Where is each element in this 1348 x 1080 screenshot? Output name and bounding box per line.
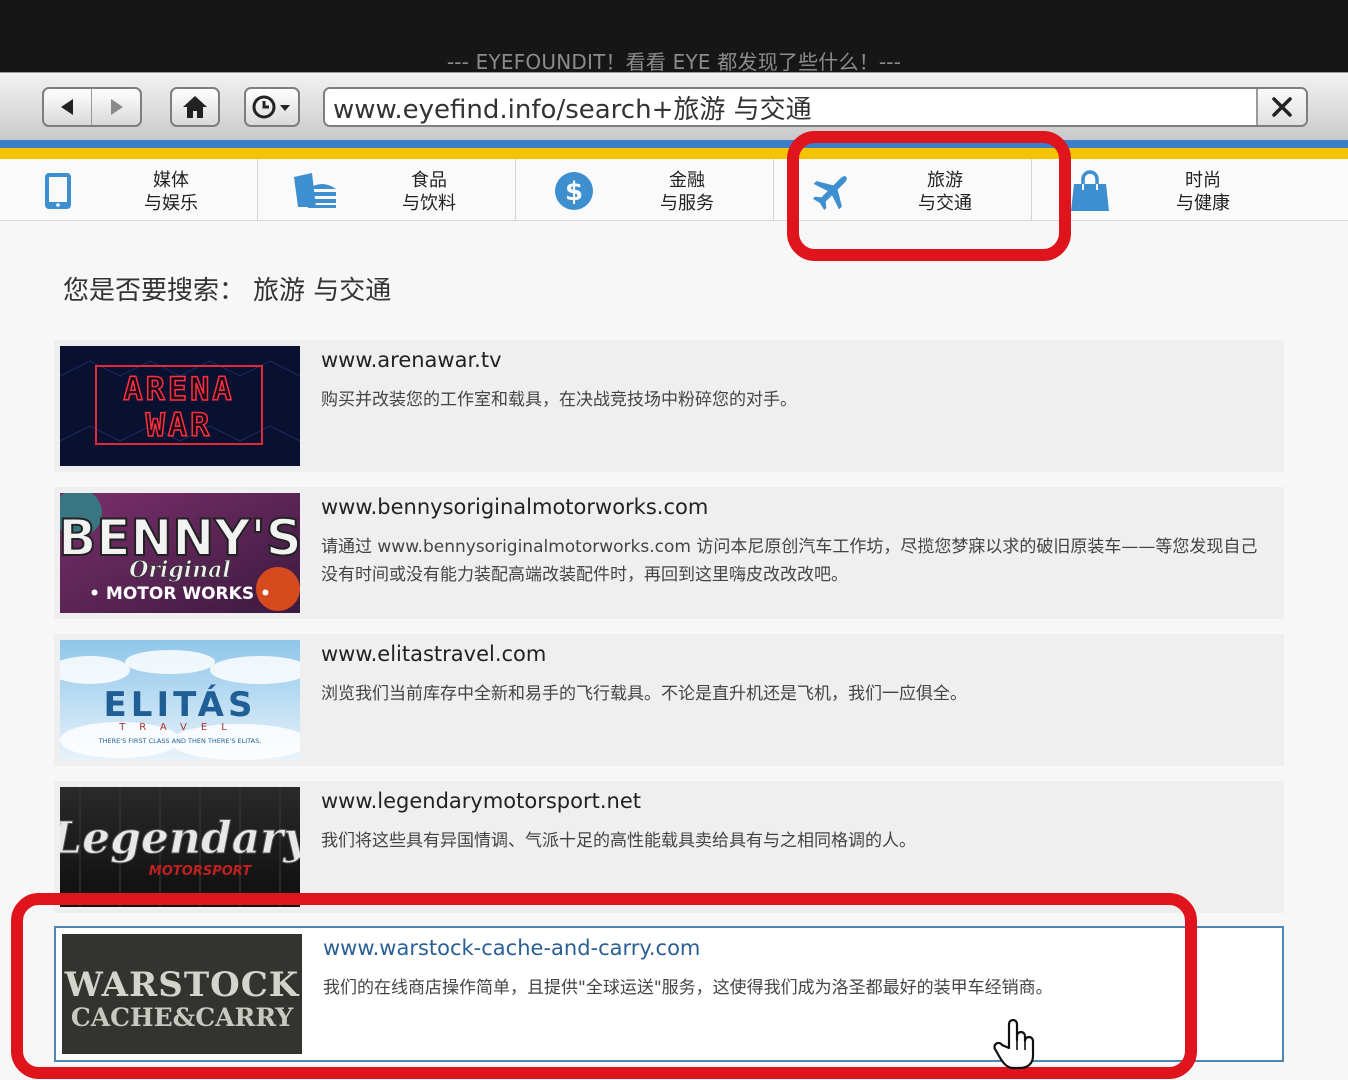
window-title: --- EYEFOUNDIT！看看 EYE 都发现了些什么！--- xyxy=(446,50,902,74)
legendary-logo[interactable]: Legendary MOTORSPORT xyxy=(60,787,300,907)
elitas-logo[interactable]: ELITÁS TRAVEL THERE'S FIRST CLASS AND TH… xyxy=(60,640,300,760)
category-label: 食品 与饮料 xyxy=(402,170,456,214)
svg-text:• MOTOR WORKS •: • MOTOR WORKS • xyxy=(89,584,271,604)
dollar-icon: $ xyxy=(550,167,598,215)
clear-url-button[interactable] xyxy=(1256,89,1306,125)
category-media[interactable]: 媒体 与娱乐 xyxy=(0,159,258,221)
address-bar xyxy=(323,87,1308,127)
result-item-elitas[interactable]: ELITÁS TRAVEL THERE'S FIRST CLASS AND TH… xyxy=(54,634,1284,766)
forward-button[interactable] xyxy=(92,89,140,125)
accent-stripe-blue xyxy=(0,140,1348,148)
home-icon xyxy=(183,96,207,118)
nav-button-group xyxy=(42,87,142,127)
result-url[interactable]: www.elitastravel.com xyxy=(321,642,546,666)
svg-text:WAR: WAR xyxy=(146,406,213,444)
bennys-logo[interactable]: BENNY'S Original • MOTOR WORKS • xyxy=(60,493,300,613)
svg-text:TRAVEL: TRAVEL xyxy=(118,722,241,733)
result-description: 请通过 www.bennysoriginalmotorworks.com 访问本… xyxy=(321,537,1258,585)
back-button[interactable] xyxy=(44,89,92,125)
category-food[interactable]: 食品 与饮料 xyxy=(258,159,516,221)
category-label: 媒体 与娱乐 xyxy=(144,170,198,214)
highlight-travel-category xyxy=(787,131,1071,261)
history-clock-icon xyxy=(252,95,290,119)
close-icon xyxy=(1272,97,1292,117)
accent-stripe-yellow xyxy=(0,148,1348,159)
arenawar-logo[interactable]: ARENA WAR xyxy=(60,346,300,466)
svg-text:Legendary: Legendary xyxy=(60,813,300,864)
result-description: 购买并改装您的工作室和载具，在决战竞技场中粉碎您的对手。 xyxy=(321,390,797,410)
svg-text:$: $ xyxy=(565,177,583,207)
result-item-arenawar[interactable]: ARENA WAR www.arenawar.tv 购买并改装您的工作室和载具，… xyxy=(54,340,1284,472)
svg-text:THERE'S FIRST CLASS AND THEN T: THERE'S FIRST CLASS AND THEN THERE'S ELI… xyxy=(98,737,262,745)
food-icon xyxy=(292,167,340,215)
window-titlebar: --- EYEFOUNDIT！看看 EYE 都发现了些什么！--- xyxy=(0,0,1348,74)
home-button[interactable] xyxy=(170,87,220,127)
svg-text:Original: Original xyxy=(129,557,230,583)
forward-arrow-icon xyxy=(111,99,123,115)
shopping-bag-icon xyxy=(1066,167,1114,215)
search-heading: 您是否要搜索： 旅游 与交通 xyxy=(63,270,391,307)
category-finance[interactable]: $ 金融 与服务 xyxy=(516,159,774,221)
result-url[interactable]: www.legendarymotorsport.net xyxy=(321,789,641,813)
url-input[interactable] xyxy=(325,89,1257,125)
category-label: 时尚 与健康 xyxy=(1176,170,1230,214)
search-prompt: 您是否要搜索： xyxy=(63,276,246,306)
tablet-icon xyxy=(34,167,82,215)
result-url[interactable]: www.arenawar.tv xyxy=(321,348,502,372)
svg-text:ARENA: ARENA xyxy=(123,370,234,408)
category-nav: 媒体 与娱乐 食品 与饮料 $ 金融 与服务 旅游 与交通 时尚 与健康 xyxy=(0,159,1348,221)
result-description: 我们将这些具有异国情调、气派十足的高性能载具卖给具有与之相同格调的人。 xyxy=(321,831,916,851)
history-button[interactable] xyxy=(244,87,300,127)
back-arrow-icon xyxy=(60,99,73,115)
result-item-bennys[interactable]: BENNY'S Original • MOTOR WORKS • www.ben… xyxy=(54,487,1284,619)
browser-toolbar xyxy=(0,72,1348,140)
result-description: 浏览我们当前库存中全新和易手的飞行载具。不论是直升机还是飞机，我们一应俱全。 xyxy=(321,684,967,704)
svg-text:ELITÁS: ELITÁS xyxy=(104,684,257,725)
hand-pointer-cursor-icon xyxy=(993,1018,1035,1070)
category-label: 金融 与服务 xyxy=(660,170,714,214)
search-query-link[interactable]: 旅游 与交通 xyxy=(253,276,391,306)
result-url[interactable]: www.bennysoriginalmotorworks.com xyxy=(321,495,708,519)
svg-text:MOTORSPORT: MOTORSPORT xyxy=(149,864,252,879)
